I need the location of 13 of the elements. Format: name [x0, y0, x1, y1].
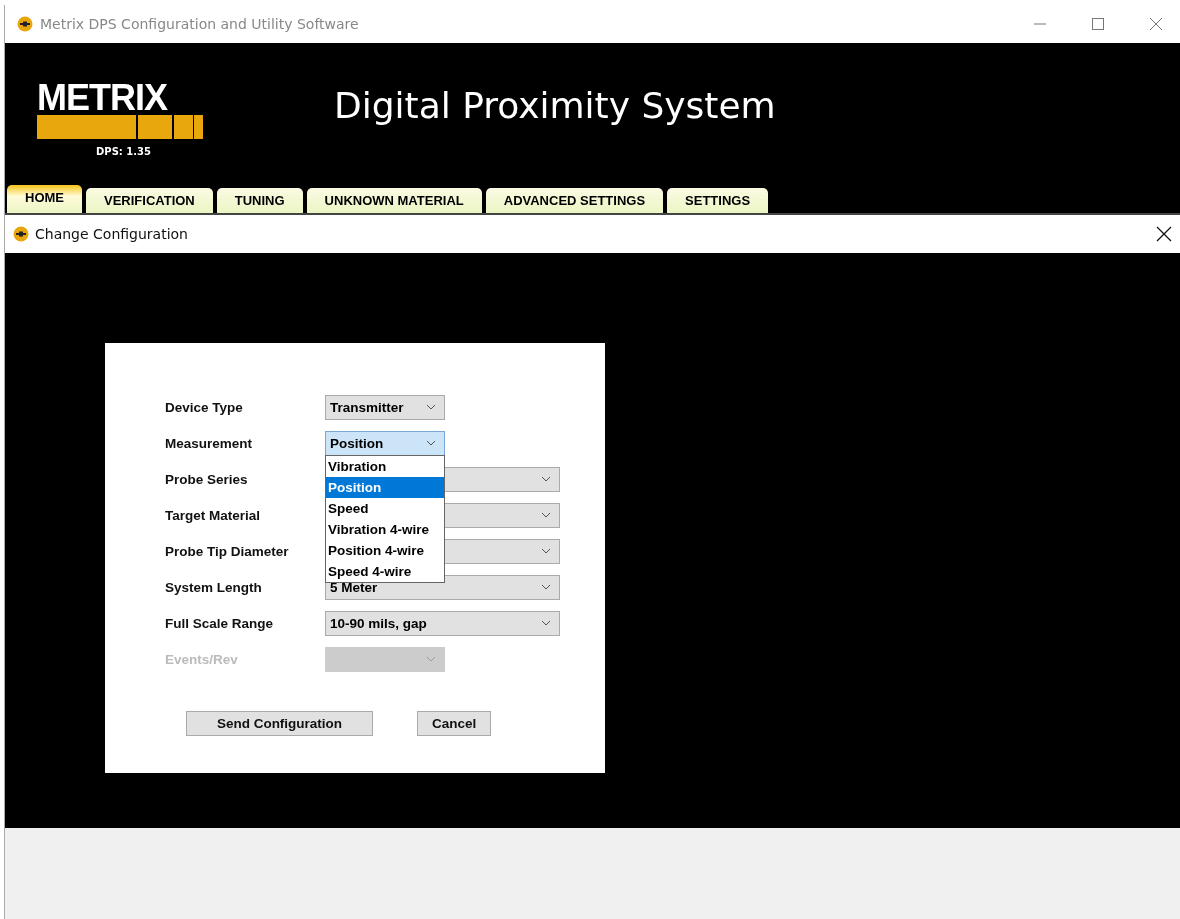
field-label: Measurement [165, 435, 254, 451]
app-title: Digital Proximity System [334, 85, 776, 126]
logo-text: METRIX [37, 83, 169, 113]
field-label: Probe Series [165, 471, 249, 487]
dialog-title: Change Configuration [35, 226, 188, 242]
version-label: DPS: 1.35 [96, 146, 152, 157]
field-label: System Length [165, 579, 263, 595]
field-label: Device Type [165, 399, 244, 415]
field-label: Target Material [165, 507, 262, 523]
field-label: Probe Tip Diameter [165, 543, 290, 559]
field-label: Full Scale Range [165, 615, 275, 631]
window-title: Metrix DPS Configuration and Utility Software [40, 16, 359, 32]
field-label: Events/Rev [165, 651, 239, 667]
